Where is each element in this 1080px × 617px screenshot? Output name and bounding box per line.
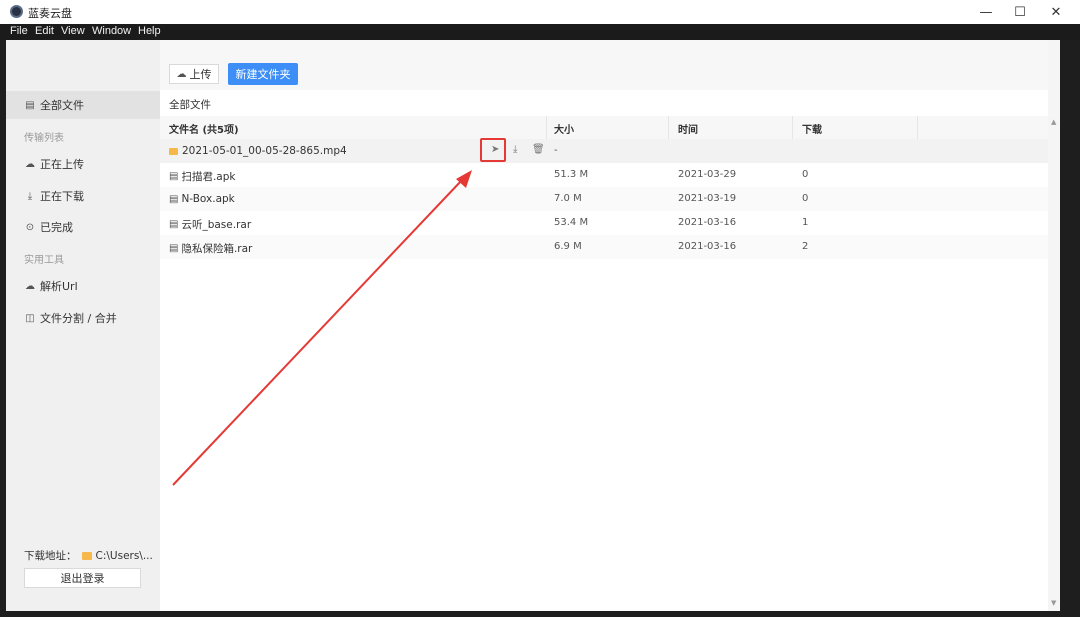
download-icon: ⤓ <box>27 190 33 202</box>
toolbar: ☁ 上传 新建文件夹 <box>160 40 1060 90</box>
sidebar-item-label: 文件分割 / 合并 <box>40 312 117 325</box>
scroll-down-icon[interactable]: ▼ <box>1051 599 1056 607</box>
download-icon[interactable]: ⤓ <box>513 144 517 155</box>
header-name[interactable]: 文件名 (共5项) <box>169 121 239 136</box>
background-strip <box>0 611 1080 617</box>
row-name: 2021-05-01_00-05-28-865.mp4 <box>169 145 347 157</box>
menu-view[interactable]: View <box>61 25 85 37</box>
row-downloads: 1 <box>802 217 809 228</box>
column-divider <box>792 116 793 139</box>
row-size: 53.4 M <box>554 217 589 228</box>
upload-button-label: 上传 <box>189 68 212 81</box>
split-icon: ◫ <box>25 312 35 324</box>
minimize-button[interactable]: — <box>968 0 1004 24</box>
sidebar-item-completed[interactable]: ⊙ 已完成 <box>6 213 160 241</box>
background-strip <box>1060 40 1080 617</box>
row-time: 2021-03-16 <box>678 241 737 252</box>
table-row[interactable]: 2021-05-01_00-05-28-865.mp4 ➤ ⤓ 🗑 - <box>160 138 1048 163</box>
menu-window[interactable]: Window <box>92 25 131 37</box>
breadcrumb[interactable]: 全部文件 <box>169 97 211 112</box>
main-panel: ☁ 上传 新建文件夹 全部文件 文件名 (共5项) 大小 时间 下载 2021-… <box>160 40 1060 611</box>
logout-button[interactable]: 退出登录 <box>24 568 141 588</box>
header-size[interactable]: 大小 <box>554 121 574 136</box>
check-circle-icon: ⊙ <box>25 221 35 233</box>
row-size: 6.9 M <box>554 241 582 252</box>
row-downloads: 2 <box>802 241 809 252</box>
download-path: 下载地址： C:\Users\... <box>24 548 153 563</box>
download-path-value[interactable]: C:\Users\... <box>96 550 153 562</box>
row-name-text: 隐私保险箱.rar <box>181 243 253 255</box>
column-divider <box>546 116 547 139</box>
file-icon: ▤ <box>169 193 179 205</box>
row-time: 2021-03-19 <box>678 193 737 204</box>
column-divider <box>917 116 918 139</box>
column-divider <box>668 116 669 139</box>
cloud-icon: ☁ <box>25 280 35 292</box>
row-name-text: 扫描君.apk <box>181 171 236 183</box>
table-row[interactable]: ▤ 云听_base.rar 53.4 M 2021-03-16 1 <box>160 211 1048 235</box>
folder-icon <box>169 147 178 155</box>
sidebar-item-label: 全部文件 <box>40 99 84 112</box>
folder-icon <box>81 551 92 560</box>
close-button[interactable]: ✕ <box>1038 0 1074 24</box>
header-time[interactable]: 时间 <box>678 121 698 136</box>
new-folder-button[interactable]: 新建文件夹 <box>228 63 298 85</box>
file-icon: ▤ <box>169 243 179 254</box>
sidebar: ▤ 全部文件 传输列表 ☁ 正在上传 ⤓ 正在下载 ⊙ 已完成 实用工具 ☁ 解… <box>6 40 160 611</box>
sidebar-item-label: 已完成 <box>40 221 73 234</box>
sidebar-group-tools: 实用工具 <box>24 255 64 266</box>
file-list-icon: ▤ <box>25 99 35 111</box>
sidebar-item-label: 正在下载 <box>40 190 84 203</box>
row-time: 2021-03-29 <box>678 169 737 180</box>
menu-file[interactable]: File <box>10 25 28 37</box>
cloud-upload-icon: ☁ <box>25 158 35 170</box>
sidebar-item-uploading[interactable]: ☁ 正在上传 <box>6 150 160 178</box>
sidebar-item-label: 正在上传 <box>40 158 84 171</box>
vertical-scrollbar[interactable]: ▲ ▼ <box>1048 40 1060 611</box>
row-name: ▤ 隐私保险箱.rar <box>169 241 252 256</box>
download-path-label: 下载地址： <box>24 550 77 562</box>
table-row[interactable]: ▤ 隐私保险箱.rar 6.9 M 2021-03-16 2 <box>160 235 1048 259</box>
app-logo-icon <box>10 5 23 18</box>
row-name: ▤ 云听_base.rar <box>169 217 251 232</box>
row-name-text: 云听_base.rar <box>181 219 252 231</box>
menu-edit[interactable]: Edit <box>35 25 54 37</box>
row-time: 2021-03-16 <box>678 217 737 228</box>
scroll-up-icon[interactable]: ▲ <box>1051 118 1056 126</box>
title-bar: 蓝奏云盘 — ☐ ✕ <box>0 0 1080 25</box>
menu-help[interactable]: Help <box>138 25 161 37</box>
row-size: 51.3 M <box>554 169 589 180</box>
upload-button[interactable]: ☁ 上传 <box>169 64 219 84</box>
row-name: ▤ 扫描君.apk <box>169 169 235 184</box>
table-header: 文件名 (共5项) 大小 时间 下载 <box>160 116 1048 140</box>
sidebar-item-split-merge[interactable]: ◫ 文件分割 / 合并 <box>6 304 160 332</box>
sidebar-item-parse-url[interactable]: ☁ 解析Url <box>6 272 160 300</box>
app-title: 蓝奏云盘 <box>28 7 72 20</box>
maximize-button[interactable]: ☐ <box>1002 0 1038 24</box>
file-icon: ▤ <box>169 171 179 182</box>
row-size: 7.0 M <box>554 193 582 204</box>
row-name-text: 2021-05-01_00-05-28-865.mp4 <box>182 145 347 157</box>
table-row[interactable]: ▤ 扫描君.apk 51.3 M 2021-03-29 0 <box>160 163 1048 187</box>
row-size: - <box>554 145 558 156</box>
sidebar-item-all-files[interactable]: ▤ 全部文件 <box>6 91 160 119</box>
row-downloads: 0 <box>802 193 809 204</box>
row-downloads: 0 <box>802 169 809 180</box>
sidebar-group-transfer: 传输列表 <box>24 133 64 144</box>
sidebar-item-label: 解析Url <box>40 280 78 293</box>
trash-icon[interactable]: 🗑 <box>532 144 545 155</box>
table-row[interactable]: ▤ N-Box.apk 7.0 M 2021-03-19 0 <box>160 187 1048 211</box>
row-name: ▤ N-Box.apk <box>169 193 235 205</box>
row-name-text: N-Box.apk <box>181 193 235 205</box>
file-icon: ▤ <box>169 219 179 230</box>
menu-bar: File Edit View Window Help <box>0 24 1080 40</box>
header-downloads[interactable]: 下载 <box>802 121 822 136</box>
share-icon[interactable]: ➤ <box>491 144 499 155</box>
sidebar-item-downloading[interactable]: ⤓ 正在下载 <box>6 182 160 210</box>
cloud-upload-icon: ☁ <box>176 68 187 80</box>
